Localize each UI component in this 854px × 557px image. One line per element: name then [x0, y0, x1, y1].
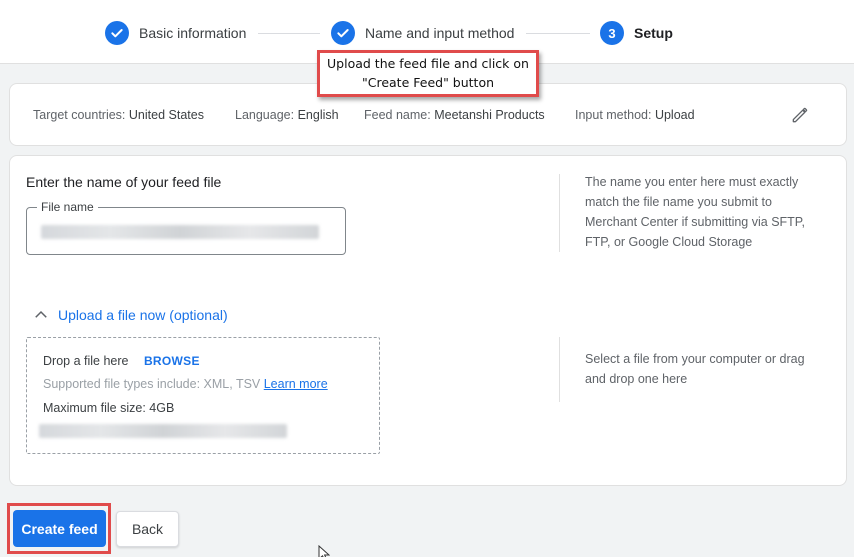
divider: [559, 174, 560, 252]
step-label: Basic information: [139, 25, 247, 41]
step-setup: 3 Setup: [600, 20, 673, 46]
file-dropzone[interactable]: Drop a file here BROWSE Supported file t…: [26, 337, 380, 454]
blurred-selected-file: [39, 424, 287, 438]
step-name-and-input-method: Name and input method: [331, 20, 514, 46]
browse-button[interactable]: BROWSE: [144, 354, 200, 368]
create-feed-button[interactable]: Create feed: [13, 510, 106, 547]
instruction-callout: Upload the feed file and click on "Creat…: [317, 50, 539, 97]
step-basic-information: Basic information: [105, 20, 246, 46]
step-label: Name and input method: [365, 25, 515, 41]
chevron-up-icon: [35, 310, 47, 318]
summary-target-countries: Target countries: United States: [33, 108, 204, 122]
supported-types-line: Supported file types include: XML, TSV L…: [43, 377, 328, 391]
step-number: 3: [600, 21, 624, 45]
summary-input-method: Input method: Upload: [575, 108, 695, 122]
callout-line: "Create Feed" button: [361, 75, 495, 90]
file-name-field[interactable]: File name: [26, 200, 346, 255]
callout-line: Upload the feed file and click on: [327, 56, 529, 71]
divider: [559, 337, 560, 402]
summary-feed-name: Feed name: Meetanshi Products: [364, 108, 545, 122]
drop-text: Drop a file here: [43, 354, 129, 368]
check-icon: [331, 21, 355, 45]
step-label: Setup: [634, 25, 673, 41]
file-name-help: The name you enter here must exactly mat…: [585, 175, 805, 249]
supported-types-text: Supported file types include: XML, TSV: [43, 377, 261, 391]
upload-toggle-label: Upload a file now (optional): [58, 307, 228, 323]
pencil-icon[interactable]: [790, 105, 810, 125]
max-file-size: Maximum file size: 4GB: [43, 401, 175, 415]
feed-file-title: Enter the name of your feed file: [26, 174, 222, 190]
upload-help: Select a file from your computer or drag…: [585, 352, 805, 386]
step-connector: [526, 33, 590, 34]
blurred-file-name: [41, 225, 319, 239]
summary-language: Language: English: [235, 108, 339, 122]
back-button[interactable]: Back: [116, 511, 179, 547]
check-icon: [105, 21, 129, 45]
step-connector: [258, 33, 320, 34]
feed-setup-card: Enter the name of your feed file File na…: [9, 155, 847, 486]
mouse-cursor-icon: [318, 545, 330, 557]
drop-line: Drop a file here BROWSE: [43, 354, 200, 368]
file-name-label: File name: [37, 200, 98, 214]
upload-toggle[interactable]: Upload a file now (optional): [32, 306, 228, 324]
learn-more-link[interactable]: Learn more: [264, 377, 328, 391]
